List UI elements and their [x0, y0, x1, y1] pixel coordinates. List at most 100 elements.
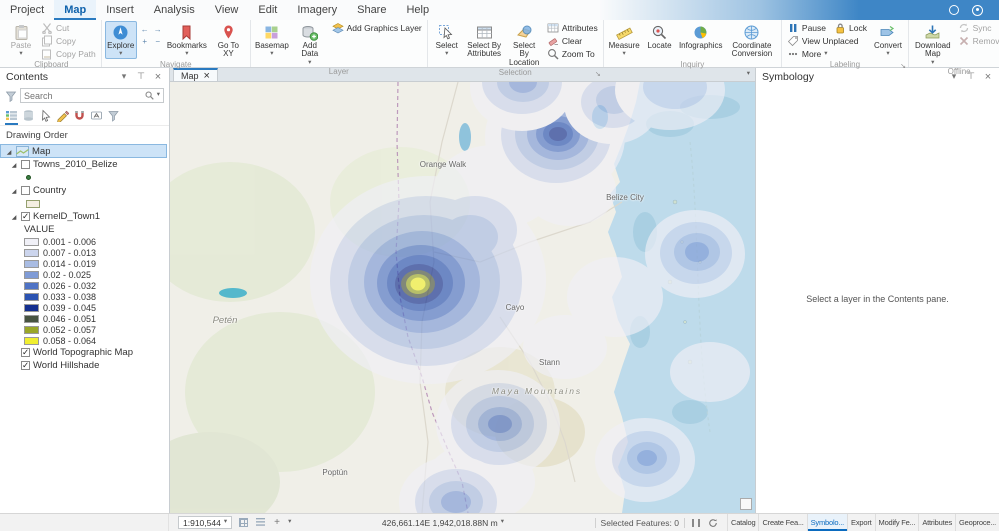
ribbon-tab-insert[interactable]: Insert — [96, 0, 144, 20]
expand-arrow-icon[interactable] — [10, 185, 18, 196]
remove-button[interactable]: Remove — [956, 35, 999, 47]
ribbon-tab-map[interactable]: Map — [54, 0, 96, 20]
pane-tab-attributes[interactable]: Attributes — [918, 514, 955, 531]
list-by-selection-icon[interactable] — [39, 109, 52, 125]
map-scale-input[interactable]: 1:910,544 — [178, 516, 232, 529]
legend-item[interactable]: 0.046 - 0.051 — [0, 313, 169, 324]
legend-item[interactable]: 0.02 - 0.025 — [0, 269, 169, 280]
coordinates-display[interactable]: 426,661.14E 1,942,018.88N m — [382, 518, 504, 528]
search-input[interactable] — [24, 91, 142, 101]
legend-item[interactable]: 0.007 - 0.013 — [0, 247, 169, 258]
fixed-zoom-out-icon[interactable]: − — [152, 36, 164, 47]
ribbon-tab-edit[interactable]: Edit — [248, 0, 287, 20]
infographics-button[interactable]: Infographics — [678, 21, 724, 51]
explore-button[interactable]: Explore — [105, 21, 137, 59]
layer-checkbox[interactable] — [21, 348, 30, 357]
select-button[interactable]: Select — [431, 21, 463, 59]
country-symbol-row[interactable] — [0, 197, 169, 210]
chevron-down-icon[interactable] — [288, 519, 291, 526]
expand-arrow-icon[interactable] — [10, 159, 18, 170]
polygon-symbol[interactable] — [26, 200, 40, 208]
locate-button[interactable]: Locate — [644, 21, 676, 51]
map-view[interactable]: Orange Walk Belize City Cayo Stann Maya … — [170, 82, 755, 513]
lock-labels-button[interactable]: Lock — [832, 22, 869, 34]
more-labeling-button[interactable]: More — [785, 48, 869, 60]
close-icon[interactable] — [204, 70, 210, 82]
ribbon-tab-imagery[interactable]: Imagery — [287, 0, 347, 20]
list-icon[interactable] — [254, 517, 266, 529]
attributes-button[interactable]: Attributes — [545, 22, 600, 34]
legend-item[interactable]: 0.014 - 0.019 — [0, 258, 169, 269]
measure-button[interactable]: Measure — [607, 21, 642, 59]
search-icon[interactable] — [145, 91, 154, 100]
previous-extent-icon[interactable]: ← — [139, 24, 151, 35]
expand-arrow-icon[interactable] — [10, 211, 18, 222]
basemap-button[interactable]: Basemap — [254, 21, 290, 59]
legend-item[interactable]: 0.039 - 0.045 — [0, 302, 169, 313]
select-by-location-button[interactable]: Select By Location — [506, 21, 543, 68]
list-by-data-source-icon[interactable] — [22, 109, 35, 125]
chevron-down-icon[interactable] — [747, 71, 750, 78]
go-to-xy-button[interactable]: Go To XY — [210, 21, 247, 60]
paste-button[interactable]: Paste — [5, 21, 37, 59]
tree-item-world-hillshade[interactable]: World Hillshade — [0, 359, 169, 372]
zoom-to-button[interactable]: Zoom To — [545, 48, 600, 60]
clear-button[interactable]: Clear — [545, 35, 600, 47]
filter-options-icon[interactable] — [107, 109, 120, 125]
refresh-icon[interactable] — [707, 517, 719, 529]
select-by-attributes-button[interactable]: Select By Attributes — [465, 21, 504, 60]
add-data-button[interactable]: Add Data — [292, 21, 328, 67]
notifications-icon[interactable] — [949, 5, 959, 15]
point-symbol[interactable] — [26, 175, 31, 180]
pane-tab-geoprocessing[interactable]: Geoproce... — [955, 514, 999, 531]
layer-checkbox[interactable] — [21, 160, 30, 169]
ribbon-tab-help[interactable]: Help — [396, 0, 439, 20]
close-icon[interactable] — [153, 71, 163, 83]
tree-item-world-topographic[interactable]: World Topographic Map — [0, 346, 169, 359]
pane-tab-modify-features[interactable]: Modify Fe... — [875, 514, 919, 531]
pause-drawing-icon[interactable] — [690, 517, 702, 529]
tree-item-map[interactable]: Map — [0, 144, 167, 158]
convert-labels-button[interactable]: Convert — [871, 21, 905, 59]
bookmarks-button[interactable]: Bookmarks — [166, 21, 208, 59]
fixed-zoom-in-icon[interactable]: + — [139, 36, 151, 47]
legend-item[interactable]: 0.026 - 0.032 — [0, 280, 169, 291]
cut-button[interactable]: Cut — [39, 22, 98, 34]
legend-item[interactable]: 0.001 - 0.006 — [0, 236, 169, 247]
grid-icon[interactable] — [237, 517, 249, 529]
account-icon[interactable] — [972, 5, 983, 16]
tree-item-country-layer[interactable]: Country — [0, 184, 169, 197]
dialog-launcher-icon[interactable] — [900, 62, 906, 70]
tree-item-kernel-layer[interactable]: KernelD_Town1 — [0, 210, 169, 223]
pane-tab-export[interactable]: Export — [847, 514, 874, 531]
map-overview-button[interactable] — [740, 498, 752, 510]
legend-item[interactable]: 0.052 - 0.057 — [0, 324, 169, 335]
crosshair-icon[interactable] — [271, 517, 283, 529]
ribbon-tab-view[interactable]: View — [205, 0, 249, 20]
copy-button[interactable]: Copy — [39, 35, 98, 47]
expand-arrow-icon[interactable] — [5, 146, 13, 157]
list-by-snapping-icon[interactable] — [73, 109, 86, 125]
add-graphics-layer-button[interactable]: Add Graphics Layer — [330, 22, 424, 34]
ribbon-tab-share[interactable]: Share — [347, 0, 396, 20]
ribbon-tab-analysis[interactable]: Analysis — [144, 0, 205, 20]
filter-icon[interactable] — [5, 90, 17, 102]
ribbon-tab-project[interactable]: Project — [0, 0, 54, 20]
dialog-launcher-icon[interactable] — [595, 70, 601, 78]
pane-menu-icon[interactable] — [119, 71, 129, 82]
sync-button[interactable]: Sync — [956, 22, 999, 34]
layer-checkbox[interactable] — [21, 212, 30, 221]
next-extent-icon[interactable]: → — [152, 24, 164, 35]
list-by-labeling-icon[interactable] — [90, 109, 103, 125]
legend-item[interactable]: 0.033 - 0.038 — [0, 291, 169, 302]
layer-checkbox[interactable] — [21, 186, 30, 195]
list-by-editing-icon[interactable] — [56, 109, 69, 125]
pause-labeling-button[interactable]: Pause — [785, 22, 828, 34]
pane-tab-symbology[interactable]: Symbolo... — [807, 514, 847, 531]
view-unplaced-button[interactable]: View Unplaced — [785, 35, 869, 47]
coordinate-conversion-button[interactable]: Coordinate Conversion — [726, 21, 778, 60]
pane-tab-create-features[interactable]: Create Fea... — [758, 514, 806, 531]
legend-item[interactable]: 0.058 - 0.064 — [0, 335, 169, 346]
copy-path-button[interactable]: Copy Path — [39, 48, 98, 60]
tree-item-towns-layer[interactable]: Towns_2010_Belize — [0, 158, 169, 171]
